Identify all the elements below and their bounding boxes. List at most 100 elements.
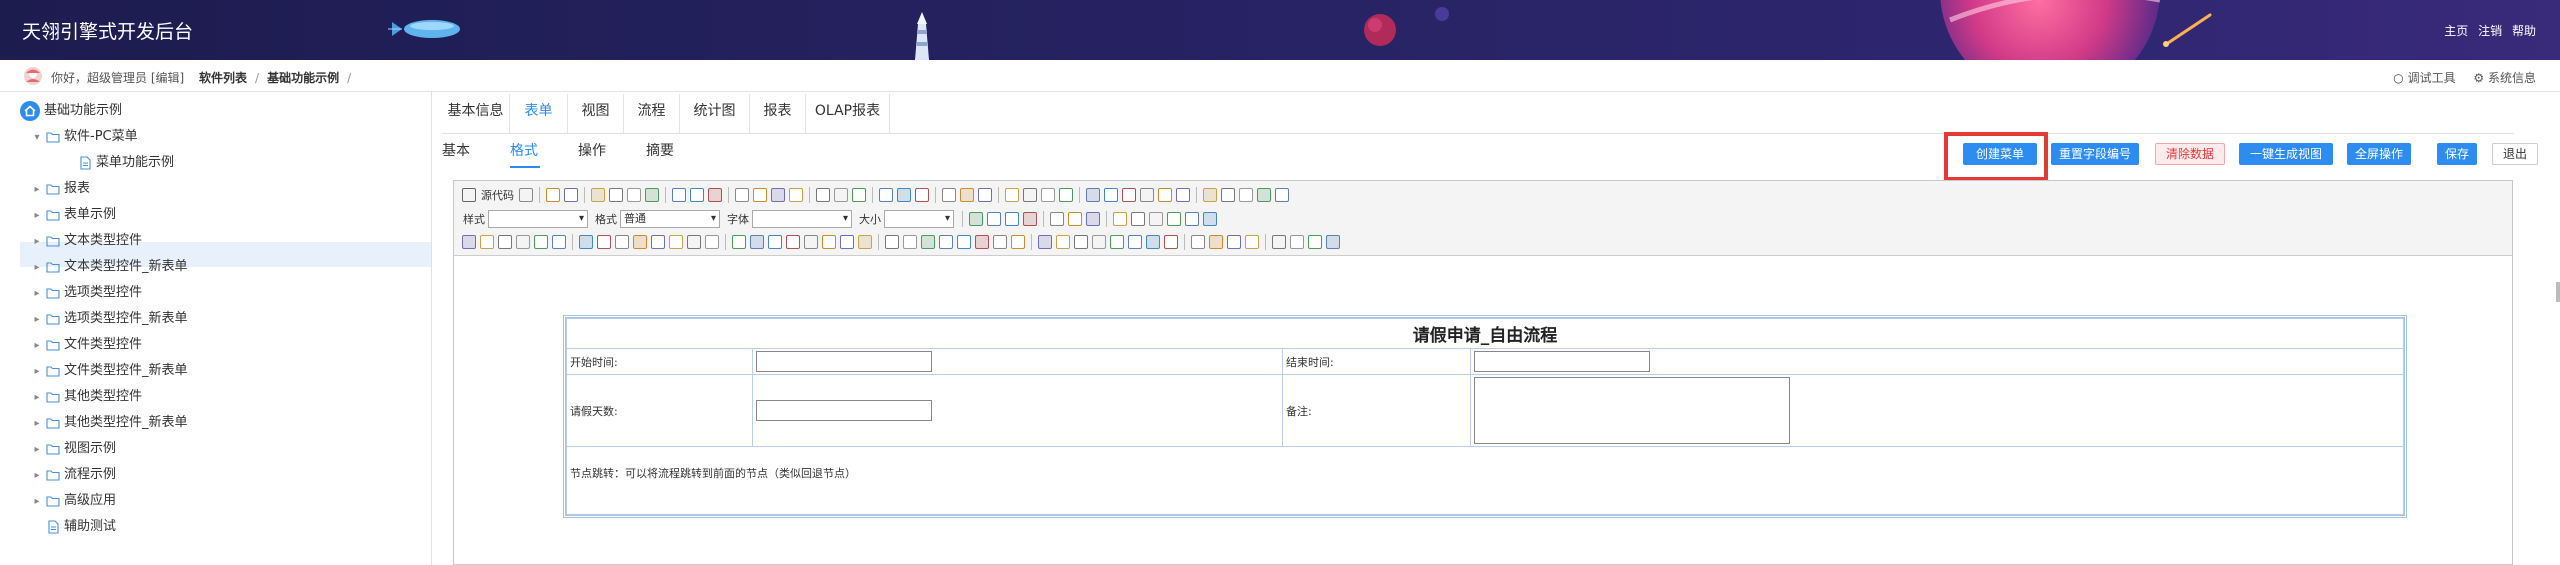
toolbar-tool-icon[interactable]: [1221, 188, 1235, 202]
subtab-operation[interactable]: 操作: [578, 138, 608, 168]
toolbar-tool-icon[interactable]: [975, 235, 989, 249]
toolbar-tool-icon[interactable]: [1023, 212, 1037, 226]
save-button[interactable]: 保存: [2437, 143, 2477, 165]
toolbar-tool-icon[interactable]: [687, 235, 701, 249]
toolbar-tool-icon[interactable]: [879, 188, 893, 202]
debug-tool-link[interactable]: ○ 调试工具: [2393, 71, 2455, 85]
breadcrumb-current[interactable]: 基础功能示例: [267, 71, 339, 85]
toolbar-tool-icon[interactable]: [1164, 235, 1178, 249]
toolbar-tool-icon[interactable]: [771, 188, 785, 202]
toolbar-tool-icon[interactable]: [1191, 235, 1205, 249]
toolbar-tool-icon[interactable]: [597, 235, 611, 249]
toolbar-tool-icon[interactable]: [498, 235, 512, 249]
sidebar-tree-item[interactable]: ▸ 报表: [30, 176, 90, 202]
tab-basic-info[interactable]: 基本信息: [442, 94, 510, 134]
sidebar-tree-item[interactable]: ▸ 文件类型控件_新表单: [30, 358, 187, 385]
tab-olap[interactable]: OLAP报表: [806, 94, 890, 134]
toolbar-tool-icon[interactable]: [816, 188, 830, 202]
toolbar-tool-icon[interactable]: [993, 235, 1007, 249]
toolbar-tool-icon[interactable]: [651, 235, 665, 249]
tab-view[interactable]: 视图: [568, 94, 624, 134]
toolbar-tool-icon[interactable]: [609, 188, 623, 202]
toolbar-tool-icon[interactable]: [939, 235, 953, 249]
toolbar-tool-icon[interactable]: [1128, 235, 1142, 249]
chevron-right-icon[interactable]: ▸: [30, 463, 44, 489]
toolbar-tool-icon[interactable]: [669, 235, 683, 249]
toolbar-tool-icon[interactable]: [1011, 235, 1025, 249]
toolbar-tool-icon[interactable]: [564, 188, 578, 202]
sidebar-tree-item[interactable]: ▸ 视图示例: [30, 436, 116, 462]
toolbar-tool-icon[interactable]: [516, 235, 530, 249]
toolbar-tool-icon[interactable]: [1086, 212, 1100, 226]
fullscreen-button[interactable]: 全屏操作: [2347, 143, 2411, 165]
chevron-right-icon[interactable]: ▸: [30, 489, 44, 515]
toolbar-tool-icon[interactable]: [957, 235, 971, 249]
toolbar-tool-icon[interactable]: [1059, 188, 1073, 202]
toolbar-tool-icon[interactable]: [1275, 188, 1289, 202]
home-link[interactable]: 主页: [2444, 24, 2468, 38]
logout-link[interactable]: 注销: [2478, 24, 2502, 38]
toolbar-tool-icon[interactable]: [1068, 212, 1082, 226]
reset-field-number-button[interactable]: 重置字段编号: [2051, 143, 2139, 165]
toolbar-tool-icon[interactable]: [897, 188, 911, 202]
sidebar-tree-item[interactable]: ▸ 其他类型控件: [30, 384, 142, 410]
toolbar-tool-icon[interactable]: [1245, 235, 1259, 249]
toolbar-tool-icon[interactable]: [1074, 235, 1088, 249]
toolbar-tool-icon[interactable]: [840, 235, 854, 249]
toolbar-tool-icon[interactable]: [1086, 188, 1100, 202]
toolbar-tool-icon[interactable]: [1104, 188, 1118, 202]
end-time-input[interactable]: [1474, 351, 1650, 372]
toolbar-tool-icon[interactable]: [480, 235, 494, 249]
toolbar-tool-icon[interactable]: [1005, 188, 1019, 202]
toolbar-tool-icon[interactable]: [1203, 188, 1217, 202]
toolbar-tool-icon[interactable]: [1023, 188, 1037, 202]
scrollbar-handle[interactable]: [2556, 282, 2560, 302]
sidebar-tree-item[interactable]: ▾ 软件-PC菜单: [30, 124, 137, 150]
toolbar-tool-icon[interactable]: [708, 188, 722, 202]
sidebar-tree-item[interactable]: ▸ 文件类型控件: [30, 332, 142, 358]
tab-form[interactable]: 表单: [510, 94, 568, 134]
toolbar-tool-icon[interactable]: [579, 235, 593, 249]
toolbar-tool-icon[interactable]: [885, 235, 899, 249]
toolbar-tool-icon[interactable]: [1158, 188, 1172, 202]
chevron-right-icon[interactable]: ▸: [30, 307, 44, 333]
toolbar-tool-icon[interactable]: [1140, 188, 1154, 202]
toolbar-tool-icon[interactable]: [1227, 235, 1241, 249]
toolbar-tool-icon[interactable]: [750, 235, 764, 249]
toolbar-tool-icon[interactable]: [1041, 188, 1055, 202]
subtab-format[interactable]: 格式: [510, 138, 540, 168]
toolbar-tool-icon[interactable]: [942, 188, 956, 202]
toolbar-tool-icon[interactable]: [615, 235, 629, 249]
toolbar-tool-icon[interactable]: [1290, 235, 1304, 249]
toolbar-tool-icon[interactable]: [705, 235, 719, 249]
toolbar-tool-icon[interactable]: [960, 188, 974, 202]
sidebar-tree-item[interactable]: ▸ 表单示例: [30, 202, 116, 228]
toolbar-tool-icon[interactable]: [978, 188, 992, 202]
toolbar-tool-icon[interactable]: [546, 188, 560, 202]
chevron-right-icon[interactable]: ▸: [30, 437, 44, 463]
toolbar-tool-icon[interactable]: [732, 235, 746, 249]
toolbar-tool-icon[interactable]: [1113, 212, 1127, 226]
toolbar-tool-icon[interactable]: [672, 188, 686, 202]
toolbar-tool-icon[interactable]: [1326, 235, 1340, 249]
exit-button[interactable]: 退出: [2492, 143, 2538, 165]
toolbar-tool-icon[interactable]: [915, 188, 929, 202]
toolbar-tool-icon[interactable]: [753, 188, 767, 202]
sidebar-tree-item[interactable]: ▸ 选项类型控件_新表单: [30, 306, 187, 333]
toolbar-tool-icon[interactable]: [1185, 212, 1199, 226]
toolbar-tool-icon[interactable]: [534, 235, 548, 249]
toolbar-tool-icon[interactable]: [645, 188, 659, 202]
toolbar-tool-icon[interactable]: [633, 235, 647, 249]
format-select[interactable]: 普通: [620, 210, 720, 228]
chevron-right-icon[interactable]: ▸: [30, 359, 44, 385]
generate-view-button[interactable]: 一键生成视图: [2239, 143, 2333, 165]
clear-data-button[interactable]: 清除数据: [2155, 143, 2225, 165]
toolbar-tool-icon[interactable]: [789, 188, 803, 202]
toolbar-tool-icon[interactable]: [1038, 235, 1052, 249]
days-input[interactable]: [756, 400, 932, 421]
subtab-basic[interactable]: 基本: [442, 138, 472, 168]
style-select[interactable]: [488, 210, 588, 228]
toolbar-tool-icon[interactable]: [1203, 212, 1217, 226]
toolbar-tool-icon[interactable]: [1176, 188, 1190, 202]
chevron-right-icon[interactable]: ▸: [30, 229, 44, 255]
